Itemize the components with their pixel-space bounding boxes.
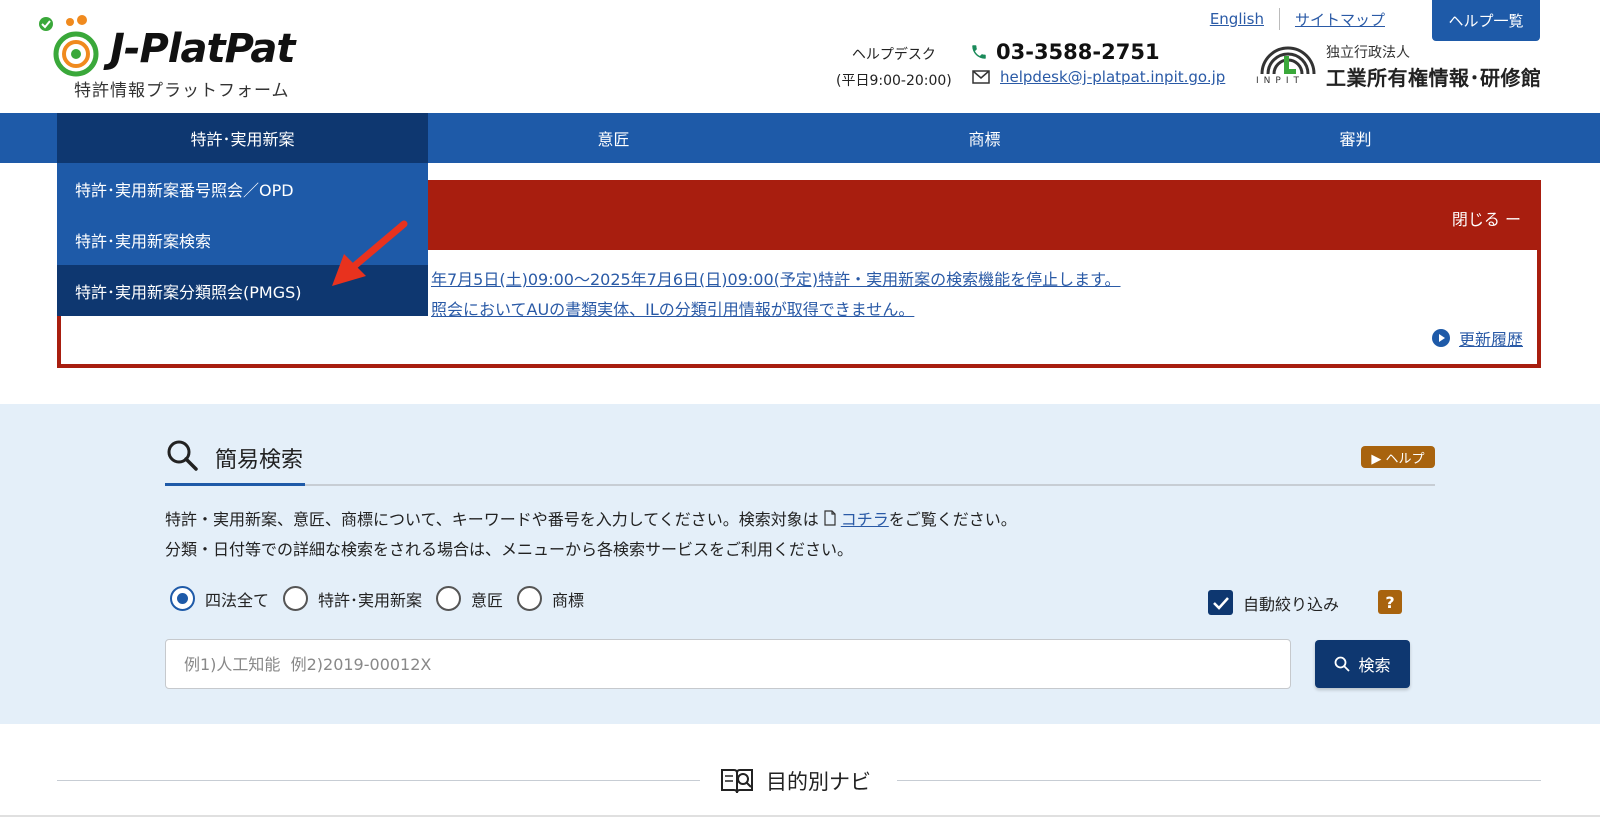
title-underline (165, 483, 305, 486)
radio-button[interactable] (517, 586, 543, 611)
purpose-nav-heading: 目的別ナビ (57, 762, 1541, 802)
helpdesk-info: ヘルプデスク (平日9:00-20:00) (836, 42, 952, 94)
auto-filter-checkbox[interactable] (1208, 590, 1233, 615)
top-links: English サイトマップ (1195, 8, 1400, 30)
purpose-nav-title: 目的別ナビ (720, 766, 871, 796)
mail-icon (972, 70, 990, 84)
jplatpat-logo[interactable]: J-PlatPat 特許情報プラットフォーム (38, 12, 308, 102)
simple-search-section: 簡易検索 ▶ ヘルプ 特許・実用新案、意匠、商標について、キーワードや番号を入力… (0, 404, 1600, 724)
site-header: J-PlatPat 特許情報プラットフォーム English サイトマップ ヘル… (0, 0, 1600, 113)
auto-filter-help-button[interactable]: ? (1378, 590, 1402, 614)
helpdesk-email-link[interactable]: helpdesk@j-platpat.inpit.go.jp (1000, 68, 1225, 86)
org-type: 独立行政法人 (1326, 45, 1410, 61)
book-search-icon (721, 769, 753, 794)
search-button-label: 検索 (1358, 656, 1391, 675)
phone-number: 03-3588-2751 (996, 40, 1160, 64)
menu-item-opd[interactable]: 特許･実用新案番号照会／OPD (57, 163, 428, 214)
law-radio-group: 四法全て 特許･実用新案 意匠 商標 (170, 586, 598, 611)
search-title-row: 簡易検索 ▶ ヘルプ (165, 434, 1435, 486)
radio-all-laws[interactable]: 四法全て (170, 586, 269, 611)
phone-icon (972, 45, 986, 59)
help-list-button[interactable]: ヘルプ一覧 (1432, 0, 1540, 41)
helpdesk-label: ヘルプデスク (851, 47, 936, 63)
main-nav: 特許･実用新案 意匠 商標 審判 (0, 113, 1600, 163)
logo-title: J-PlatPat (110, 26, 295, 72)
notice-link-1[interactable]: 年7月5日(土)09:00〜2025年7月6日(日)09:00(予定)特許・実用… (431, 266, 1121, 290)
radio-label: 商標 (552, 590, 585, 610)
english-link[interactable]: English (1195, 10, 1279, 28)
nav-trial[interactable]: 審判 (1170, 113, 1541, 163)
divider (897, 780, 1541, 781)
checkmark-icon (1212, 596, 1229, 610)
radio-label: 意匠 (471, 590, 504, 610)
search-help-button[interactable]: ▶ ヘルプ (1361, 446, 1435, 468)
purpose-nav-label: 目的別ナビ (766, 770, 871, 794)
search-description-1: 特許・実用新案、意匠、商標について、キーワードや番号を入力してください。検索対象… (165, 506, 1017, 530)
target-link[interactable]: コチラ (841, 510, 889, 529)
search-button[interactable]: 検索 (1315, 640, 1410, 688)
radio-label: 四法全て (205, 590, 270, 610)
helpdesk-hours: (平日9:00-20:00) (836, 73, 952, 89)
auto-filter-label: 自動絞り込み (1243, 594, 1340, 614)
org-name: 工業所有権情報･研修館 (1326, 66, 1542, 90)
logo-subtitle: 特許情報プラットフォーム (74, 81, 290, 101)
desc-text: 特許・実用新案、意匠、商標について、キーワードや番号を入力してください。検索対象… (165, 510, 819, 529)
email-contact: helpdesk@j-platpat.inpit.go.jp (972, 68, 1225, 86)
nav-design[interactable]: 意匠 (428, 113, 799, 163)
search-icon (1335, 656, 1351, 672)
sitemap-link[interactable]: サイトマップ (1280, 9, 1400, 30)
logo-mark-icon (39, 15, 99, 77)
search-description-2: 分類・日付等での詳細な検索をされる場合は、メニューから各検索サービスをご利用くだ… (165, 540, 854, 559)
inpit-mark-icon (1260, 46, 1316, 75)
simple-search-input[interactable] (165, 639, 1291, 689)
pointer-arrow-icon (332, 220, 408, 286)
search-icon (167, 440, 198, 471)
auto-filter-toggle[interactable]: 自動絞り込み (1208, 590, 1339, 615)
radio-button[interactable] (436, 586, 462, 611)
notice-close-button[interactable]: 閉じる ー (1452, 206, 1521, 230)
radio-patent[interactable]: 特許･実用新案 (283, 586, 422, 611)
notice-link-2[interactable]: 照会においてAUの書類実体、ILの分類引用情報が取得できません。 (431, 296, 914, 320)
update-history[interactable]: 更新履歴 (1431, 326, 1523, 350)
radio-design[interactable]: 意匠 (436, 586, 503, 611)
desc-text-post: をご覧ください。 (888, 510, 1017, 529)
update-history-link[interactable]: 更新履歴 (1459, 326, 1523, 350)
inpit-wordmark: INPIT (1256, 76, 1304, 86)
nav-trademark[interactable]: 商標 (799, 113, 1170, 163)
radio-label: 特許･実用新案 (318, 590, 423, 610)
radio-button[interactable] (170, 586, 195, 611)
search-title: 簡易検索 (215, 448, 304, 473)
nav-patent[interactable]: 特許･実用新案 (57, 113, 428, 163)
inpit-logo[interactable]: INPIT 独立行政法人 工業所有権情報･研修館 (1256, 42, 1546, 92)
play-circle-icon (1431, 329, 1450, 347)
phone-contact: 03-3588-2751 (970, 40, 1160, 64)
radio-trademark[interactable]: 商標 (517, 586, 584, 611)
radio-button[interactable] (283, 586, 309, 611)
divider (57, 780, 700, 781)
document-icon (824, 510, 836, 526)
